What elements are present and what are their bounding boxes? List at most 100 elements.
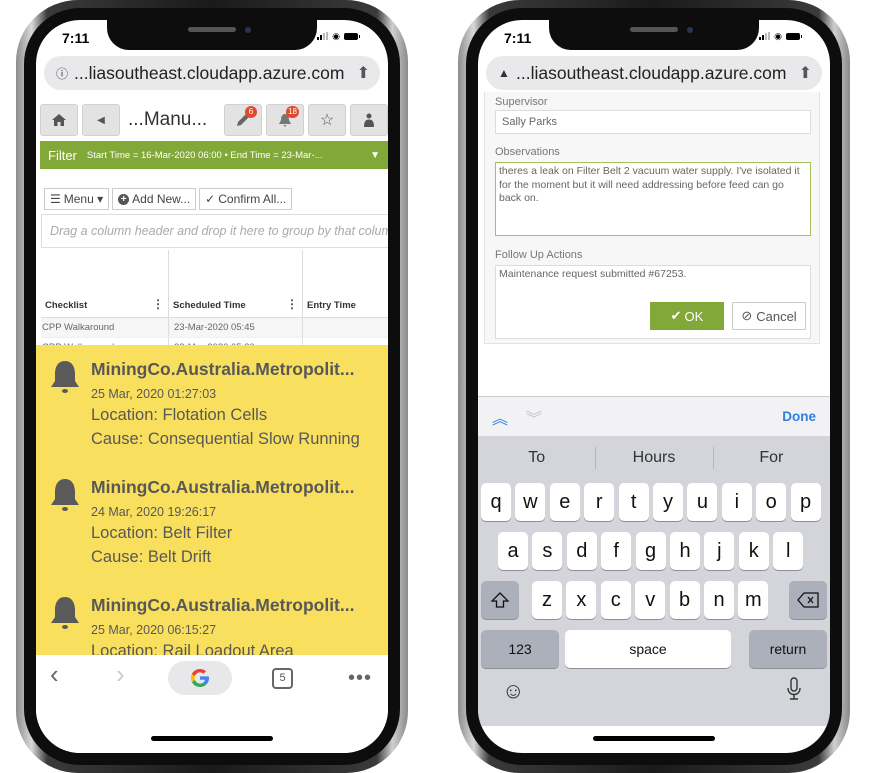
phone-bezel: 7:11 ◉ ▲ ...liasoutheast.cloudapp.azure.… — [466, 8, 842, 765]
column-menu-icon[interactable]: ⋮ — [286, 297, 298, 311]
key-i[interactable]: i — [721, 483, 752, 521]
key-u[interactable]: u — [687, 483, 718, 521]
confirm-all-button[interactable]: ✓ Confirm All... — [199, 188, 293, 210]
keyboard-accessory-bar: ︽ ︾ Done — [478, 396, 830, 436]
home-indicator[interactable] — [151, 736, 273, 741]
next-field-button[interactable]: ︾ — [526, 405, 542, 429]
shift-icon — [491, 592, 509, 608]
key-w[interactable]: w — [515, 483, 546, 521]
key-k[interactable]: k — [738, 532, 769, 570]
plus-circle-icon: + — [118, 193, 130, 205]
table-row[interactable]: CPP Walkaround 23-Mar-2020 05:45 — [41, 318, 388, 338]
phone-right: 7:11 ◉ ▲ ...liasoutheast.cloudapp.azure.… — [458, 0, 850, 773]
key-y[interactable]: y — [653, 483, 683, 521]
wifi-icon: ◉ — [332, 31, 340, 41]
notification-item[interactable]: MiningCo.Australia.Metropolit... 24 Mar,… — [36, 463, 388, 581]
info-icon[interactable]: ⓘ — [54, 65, 70, 82]
share-icon[interactable]: ⬆ — [357, 63, 370, 83]
home-button[interactable] — [40, 104, 78, 136]
shift-key[interactable] — [481, 581, 519, 619]
user-button[interactable] — [350, 104, 388, 136]
numbers-key[interactable]: 123 — [481, 630, 559, 668]
browser-back-button[interactable]: ‹ — [50, 659, 59, 690]
notification-cause: Cause: Belt Drift — [91, 548, 212, 566]
key-a[interactable]: a — [498, 532, 528, 570]
address-bar[interactable]: ⓘ ...liasoutheast.cloudapp.azure.com ⬆ — [44, 56, 380, 90]
column-header-checklist[interactable]: Checklist ⋮ — [41, 250, 169, 317]
alerts-button[interactable]: 18 — [266, 104, 304, 136]
tabs-button[interactable]: 5 — [272, 667, 293, 689]
supervisor-field[interactable]: Sally Parks — [495, 110, 811, 134]
key-f[interactable]: f — [601, 532, 632, 570]
column-header-scheduled-time[interactable]: Scheduled Time ⋮ — [169, 250, 303, 317]
group-drop-zone[interactable]: Drag a column header and drop it here to… — [41, 214, 388, 248]
column-menu-icon[interactable]: ⋮ — [152, 297, 164, 311]
key-h[interactable]: h — [670, 532, 700, 570]
key-d[interactable]: d — [566, 532, 597, 570]
key-g[interactable]: g — [635, 532, 666, 570]
key-x[interactable]: x — [566, 581, 597, 619]
key-n[interactable]: n — [704, 581, 734, 619]
key-s[interactable]: s — [532, 532, 563, 570]
microphone-icon[interactable] — [786, 677, 802, 706]
warning-icon[interactable]: ▲ — [496, 66, 512, 80]
notification-cause: Cause: Consequential Slow Running — [91, 430, 360, 448]
key-z[interactable]: z — [532, 581, 562, 619]
favorite-button[interactable]: ☆ — [308, 104, 346, 136]
url-text[interactable]: ...liasoutheast.cloudapp.azure.com — [516, 63, 799, 84]
filter-expand-icon[interactable]: ▼ — [370, 150, 380, 161]
menu-button[interactable]: ☰ Menu ▾ — [44, 188, 110, 210]
key-p[interactable]: p — [790, 483, 821, 521]
google-search-button[interactable] — [168, 661, 232, 695]
share-icon[interactable]: ⬆ — [799, 63, 812, 83]
key-v[interactable]: v — [635, 581, 666, 619]
page-title: ...Manu... — [128, 109, 208, 130]
suggestion-item[interactable]: To — [478, 449, 595, 467]
filter-bar[interactable]: Filter Start Time = 16-Mar-2020 06:00 • … — [40, 141, 388, 169]
notification-location: Location: Flotation Cells — [91, 406, 268, 424]
key-r[interactable]: r — [584, 483, 615, 521]
add-new-button[interactable]: + Add New... — [112, 188, 197, 210]
signal-icon — [759, 32, 771, 40]
key-t[interactable]: t — [618, 483, 649, 521]
return-key[interactable]: return — [749, 630, 827, 668]
more-button[interactable]: ••• — [348, 667, 372, 690]
key-b[interactable]: b — [669, 581, 700, 619]
suggestion-item[interactable]: For — [712, 447, 830, 469]
key-m[interactable]: m — [738, 581, 769, 619]
address-bar[interactable]: ▲ ...liasoutheast.cloudapp.azure.com ⬆ — [486, 56, 822, 90]
key-l[interactable]: l — [773, 532, 804, 570]
home-indicator[interactable] — [593, 736, 715, 741]
key-j[interactable]: j — [704, 532, 735, 570]
url-text[interactable]: ...liasoutheast.cloudapp.azure.com — [74, 63, 357, 84]
phone-screen: 7:11 ◉ ▲ ...liasoutheast.cloudapp.azure.… — [478, 20, 830, 753]
suggestion-bar: To Hours For — [478, 436, 830, 480]
form-area: Supervisor Sally Parks Observations ther… — [478, 92, 830, 396]
check-icon: ✓ — [205, 192, 216, 206]
emoji-icon[interactable]: ☺ — [502, 678, 524, 704]
notification-location: Location: Belt Filter — [91, 524, 233, 542]
key-o[interactable]: o — [756, 483, 787, 521]
done-button[interactable]: Done — [782, 409, 816, 424]
back-button[interactable]: ◀ — [82, 104, 120, 136]
notification-time: 25 Mar, 2020 01:27:03 — [91, 387, 217, 401]
space-key[interactable]: space — [565, 630, 731, 668]
column-header-entry-time[interactable]: Entry Time — [303, 250, 388, 317]
ok-button[interactable]: ✔ OK — [650, 302, 724, 330]
key-e[interactable]: e — [549, 483, 580, 521]
edit-button[interactable]: 6 — [224, 104, 262, 136]
key-c[interactable]: c — [600, 581, 631, 619]
ok-label: OK — [684, 308, 704, 324]
previous-field-button[interactable]: ︽ — [492, 405, 508, 429]
cancel-button[interactable]: ⊘ Cancel — [732, 302, 806, 330]
notification-item[interactable]: MiningCo.Australia.Metropolit... 25 Mar,… — [36, 345, 388, 463]
backspace-key[interactable] — [789, 581, 827, 619]
suggestion-item[interactable]: Hours — [595, 447, 712, 469]
observations-textarea[interactable]: theres a leak on Filter Belt 2 vacuum wa… — [495, 162, 811, 236]
signal-icon — [317, 32, 329, 40]
supervisor-label: Supervisor — [495, 96, 548, 108]
browser-forward-button[interactable]: › — [116, 659, 125, 690]
notification-item[interactable]: MiningCo.Australia.Metropolit... 25 Mar,… — [36, 581, 388, 660]
key-q[interactable]: q — [481, 483, 511, 521]
status-time: 7:11 — [62, 30, 90, 46]
